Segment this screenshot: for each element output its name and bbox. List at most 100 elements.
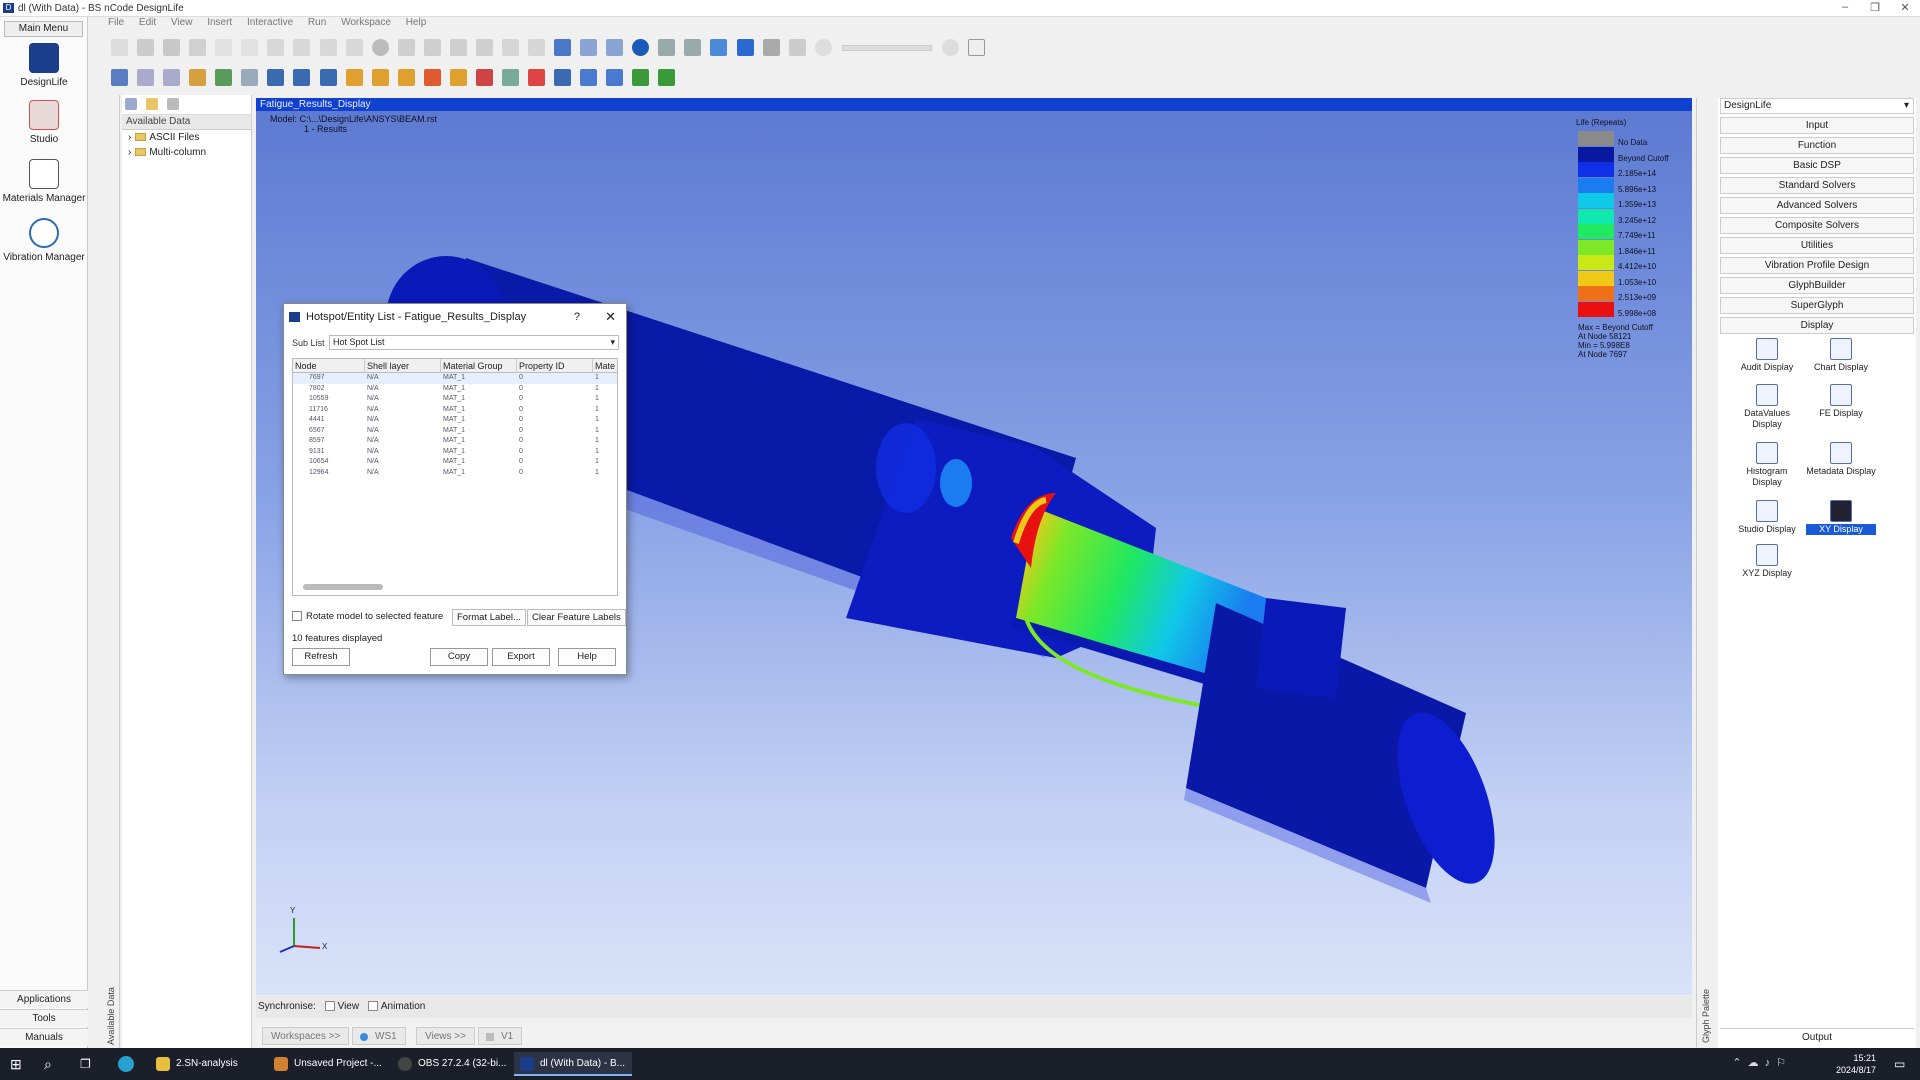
- properties-icon[interactable]: [397, 39, 415, 56]
- col-material-group[interactable]: Material Group: [441, 359, 517, 373]
- format-icon[interactable]: [345, 39, 363, 56]
- dialog-close-button[interactable]: ✕: [605, 304, 616, 330]
- help-button[interactable]: Help: [558, 648, 616, 666]
- app-studio[interactable]: Studio: [0, 100, 88, 145]
- list-view-icon[interactable]: [167, 98, 180, 110]
- save-icon[interactable]: [163, 39, 181, 56]
- palette-category[interactable]: Input: [1720, 117, 1914, 134]
- maximize-button[interactable]: ❐: [1860, 1, 1890, 16]
- minimize-button[interactable]: –: [1830, 1, 1860, 16]
- glyph-item[interactable]: Histogram Display: [1732, 442, 1802, 488]
- glyph-item[interactable]: Audit Display: [1732, 338, 1802, 373]
- system-clock[interactable]: 15:21 2024/8/17: [1836, 1052, 1876, 1076]
- manuals-button[interactable]: Manuals: [0, 1028, 88, 1046]
- search-icon[interactable]: ⌕: [44, 1048, 52, 1080]
- menu-view[interactable]: View: [171, 17, 193, 28]
- palette-category[interactable]: GlyphBuilder: [1720, 277, 1914, 294]
- table-row[interactable]: 7697 N/A MAT_1 0 1: [293, 373, 617, 384]
- menu-workspace[interactable]: Workspace: [341, 17, 391, 28]
- group-icon[interactable]: [449, 69, 467, 86]
- pin-icon[interactable]: [554, 69, 572, 86]
- tree-item-ascii-files[interactable]: › ASCII Files: [122, 130, 251, 145]
- layout-icon[interactable]: [475, 39, 493, 56]
- palette-category[interactable]: Function: [1720, 137, 1914, 154]
- stop-play-icon[interactable]: [684, 39, 702, 56]
- main-menu-header[interactable]: Main Menu: [4, 21, 83, 37]
- close-window-button[interactable]: ✕: [1890, 1, 1920, 16]
- menu-file[interactable]: File: [108, 17, 124, 28]
- app-materials-manager[interactable]: Materials Manager: [0, 159, 88, 204]
- table-row[interactable]: 11716 N/A MAT_1 0 1: [293, 405, 617, 416]
- menu-run[interactable]: Run: [308, 17, 326, 28]
- tree-item-multi-column[interactable]: › Multi-column: [122, 145, 251, 160]
- horizontal-scrollbar[interactable]: [303, 583, 603, 591]
- col-shell-layer[interactable]: Shell layer: [365, 359, 441, 373]
- export-button[interactable]: Export: [492, 648, 550, 666]
- zoom-icon[interactable]: [788, 39, 806, 56]
- first-frame-icon[interactable]: [658, 39, 676, 56]
- views-button[interactable]: Views >>: [416, 1027, 475, 1045]
- undo-icon[interactable]: [215, 39, 233, 56]
- v1-tab[interactable]: V1: [478, 1027, 523, 1045]
- save-all-icon[interactable]: [189, 39, 207, 56]
- label-icon[interactable]: [293, 69, 311, 86]
- redo-icon[interactable]: [241, 39, 259, 56]
- sync-view-checkbox[interactable]: [324, 1001, 335, 1012]
- glyph-icon[interactable]: [423, 39, 441, 56]
- arrow-right-icon[interactable]: [397, 69, 415, 86]
- step-back-icon[interactable]: [580, 39, 598, 56]
- format-label-button[interactable]: Format Label...: [452, 609, 526, 626]
- glyph-item[interactable]: Studio Display: [1732, 500, 1802, 535]
- output-button[interactable]: Output: [1720, 1028, 1914, 1046]
- glyph-item[interactable]: XYZ Display: [1732, 544, 1802, 579]
- system-tray[interactable]: ⌃☁♪⚐: [1732, 1056, 1792, 1069]
- edge-icon[interactable]: [118, 1056, 134, 1072]
- palette-category[interactable]: Standard Solvers: [1720, 177, 1914, 194]
- run-icon[interactable]: [632, 39, 650, 56]
- task-view-icon[interactable]: ❐: [80, 1048, 91, 1080]
- app-vibration-manager[interactable]: Vibration Manager: [0, 218, 88, 263]
- copy-button[interactable]: Copy: [430, 648, 488, 666]
- new-icon[interactable]: [111, 39, 128, 56]
- col-node[interactable]: Node: [293, 359, 365, 373]
- layers-icon[interactable]: [501, 69, 519, 86]
- mesh-icon[interactable]: [215, 69, 233, 86]
- cut-icon[interactable]: [267, 39, 285, 56]
- taskbar-app-unsaved-project[interactable]: Unsaved Project -...: [268, 1052, 388, 1076]
- arrange-icon[interactable]: [528, 39, 545, 56]
- menu-interactive[interactable]: Interactive: [247, 17, 293, 28]
- tools-button[interactable]: Tools: [0, 1009, 88, 1027]
- nav-right-icon[interactable]: [606, 69, 624, 86]
- arrow-left-icon[interactable]: [371, 69, 389, 86]
- applications-button[interactable]: Applications: [0, 990, 88, 1008]
- table-row[interactable]: 7802 N/A MAT_1 0 1: [293, 384, 617, 395]
- hotspot-icon[interactable]: [423, 69, 441, 86]
- notifications-icon[interactable]: ▭: [1894, 1048, 1905, 1080]
- sync-animation-checkbox[interactable]: [367, 1001, 378, 1012]
- taskbar-app-sn-analysis[interactable]: 2.SN-analysis: [150, 1052, 264, 1076]
- expand-icon[interactable]: ›: [128, 147, 131, 158]
- ws1-tab[interactable]: WS1: [352, 1027, 406, 1045]
- view-top-icon[interactable]: [137, 69, 155, 86]
- expand-icon[interactable]: ›: [128, 132, 131, 143]
- stop-icon[interactable]: [371, 39, 389, 56]
- workspaces-button[interactable]: Workspaces >>: [262, 1027, 350, 1045]
- taskbar-app-designlife[interactable]: dl (With Data) - B...: [514, 1052, 632, 1076]
- refresh-button[interactable]: Refresh: [292, 648, 350, 666]
- rotate-model-checkbox[interactable]: [292, 611, 302, 622]
- palette-category[interactable]: Vibration Profile Design: [1720, 257, 1914, 274]
- table-row[interactable]: 12964 N/A MAT_1 0 1: [293, 468, 617, 479]
- axis-icon[interactable]: [267, 69, 285, 86]
- pause-icon[interactable]: [710, 39, 728, 56]
- pause-all-icon[interactable]: [762, 39, 780, 56]
- pan-icon[interactable]: [967, 39, 985, 56]
- table-row[interactable]: 10654 N/A MAT_1 0 1: [293, 457, 617, 468]
- clear-feature-labels-button[interactable]: Clear Feature Labels: [527, 609, 626, 626]
- glyph-item[interactable]: DataValues Display: [1732, 384, 1802, 430]
- menu-edit[interactable]: Edit: [139, 17, 156, 28]
- table-row[interactable]: 10559 N/A MAT_1 0 1: [293, 394, 617, 405]
- sublist-select[interactable]: Hot Spot List ▾: [329, 335, 619, 350]
- view-iso-icon[interactable]: [189, 69, 207, 86]
- table-row[interactable]: 6567 N/A MAT_1 0 1: [293, 426, 617, 437]
- rotate-model-option[interactable]: Rotate model to selected feature: [292, 609, 443, 626]
